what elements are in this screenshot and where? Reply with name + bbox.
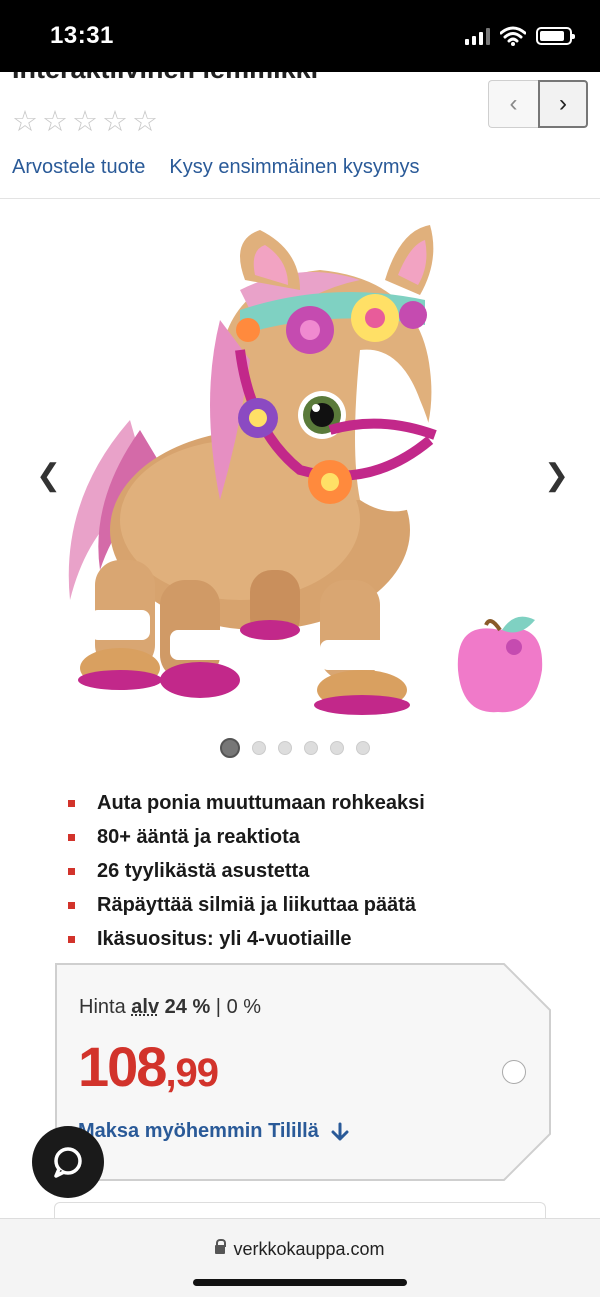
- chevron-left-icon: ❮: [36, 459, 62, 492]
- url-text: verkkokauppa.com: [233, 1239, 385, 1259]
- bullet-icon: [68, 935, 75, 943]
- url-display[interactable]: verkkokauppa.com: [0, 1238, 600, 1260]
- gallery-dot[interactable]: [220, 738, 240, 758]
- feature-text: Räpäyttää silmiä ja liikuttaa päätä: [97, 893, 417, 916]
- feature-item: Auta ponia muuttumaan rohkeaksi: [68, 786, 425, 820]
- divider: [0, 198, 600, 199]
- feature-text: Auta ponia muuttumaan rohkeaksi: [97, 791, 425, 814]
- product-image: [68, 225, 543, 715]
- gallery-dot[interactable]: [304, 741, 318, 755]
- chevron-right-icon: ›: [559, 90, 567, 117]
- star-icon[interactable]: ☆: [72, 108, 98, 137]
- chat-button[interactable]: [32, 1126, 104, 1198]
- rating-stars[interactable]: ☆ ☆ ☆ ☆ ☆: [12, 108, 158, 137]
- price-label-prefix: Hinta: [79, 996, 126, 1018]
- product-gallery[interactable]: ❮ ❯: [0, 200, 600, 740]
- bullet-icon: [68, 867, 75, 875]
- pay-later-link[interactable]: Maksa myöhemmin Tilillä: [78, 1120, 349, 1143]
- feature-list: Auta ponia muuttumaan rohkeaksi 80+ äänt…: [68, 786, 425, 956]
- previous-product-button[interactable]: ‹: [488, 80, 538, 128]
- star-icon[interactable]: ☆: [12, 108, 38, 137]
- feature-text: 80+ ääntä ja reaktiota: [97, 825, 300, 848]
- feature-item: 26 tyylikästä asustetta: [68, 854, 425, 888]
- price-value: 108,99: [78, 1034, 219, 1099]
- star-icon[interactable]: ☆: [132, 108, 158, 137]
- feature-item: Räpäyttää silmiä ja liikuttaa päätä: [68, 888, 425, 922]
- chevron-left-icon: ‹: [509, 90, 518, 117]
- wifi-icon: [500, 26, 526, 46]
- feature-item: Ikäsuositus: yli 4-vuotiaille: [68, 922, 425, 956]
- status-time: 13:31: [50, 22, 114, 49]
- gallery-next-arrow[interactable]: ❯: [544, 458, 569, 493]
- feature-text: Ikäsuositus: yli 4-vuotiaille: [97, 927, 352, 950]
- tag-hole: [502, 1060, 526, 1084]
- bullet-icon: [68, 833, 75, 841]
- gallery-dots: [220, 738, 370, 758]
- lock-icon: [215, 1238, 227, 1254]
- status-bar: 13:31: [0, 0, 600, 72]
- feature-text: 26 tyylikästä asustetta: [97, 859, 310, 882]
- gallery-dot[interactable]: [252, 741, 266, 755]
- arrow-down-icon: [331, 1122, 349, 1140]
- ask-question-link[interactable]: Kysy ensimmäinen kysymys: [169, 156, 419, 179]
- chat-bubble-icon: [54, 1147, 82, 1178]
- pay-later-text: Maksa myöhemmin Tilillä: [78, 1120, 319, 1142]
- bullet-icon: [68, 799, 75, 807]
- gallery-dot[interactable]: [330, 741, 344, 755]
- product-pager: ‹ ›: [488, 80, 588, 128]
- battery-icon: [536, 27, 575, 45]
- vat-rate-zero[interactable]: 0 %: [227, 996, 261, 1018]
- star-icon[interactable]: ☆: [102, 108, 128, 137]
- price-euros: 108: [78, 1035, 167, 1098]
- vat-toggle-alv[interactable]: alv: [131, 996, 159, 1018]
- review-links: Arvostele tuote Kysy ensimmäinen kysymys: [12, 156, 419, 179]
- browser-url-bar[interactable]: verkkokauppa.com: [0, 1218, 600, 1297]
- signal-icon: [465, 27, 490, 45]
- bullet-icon: [68, 901, 75, 909]
- vat-rate[interactable]: 24 %: [165, 996, 211, 1018]
- gallery-dot[interactable]: [356, 741, 370, 755]
- price-cents: ,99: [165, 1051, 219, 1095]
- price-label: Hinta alv 24 % | 0 %: [79, 996, 261, 1019]
- chevron-right-icon: ❯: [544, 459, 570, 492]
- gallery-prev-arrow[interactable]: ❮: [36, 458, 61, 493]
- gallery-dot[interactable]: [278, 741, 292, 755]
- next-product-button[interactable]: ›: [538, 80, 588, 128]
- price-separator: |: [215, 996, 221, 1018]
- status-icons: [465, 26, 575, 46]
- home-indicator: [193, 1279, 407, 1286]
- star-icon[interactable]: ☆: [42, 108, 68, 137]
- review-product-link[interactable]: Arvostele tuote: [12, 156, 145, 179]
- feature-item: 80+ ääntä ja reaktiota: [68, 820, 425, 854]
- price-tag-card: Hinta alv 24 % | 0 % 108,99 Maksa myöhem…: [54, 962, 552, 1182]
